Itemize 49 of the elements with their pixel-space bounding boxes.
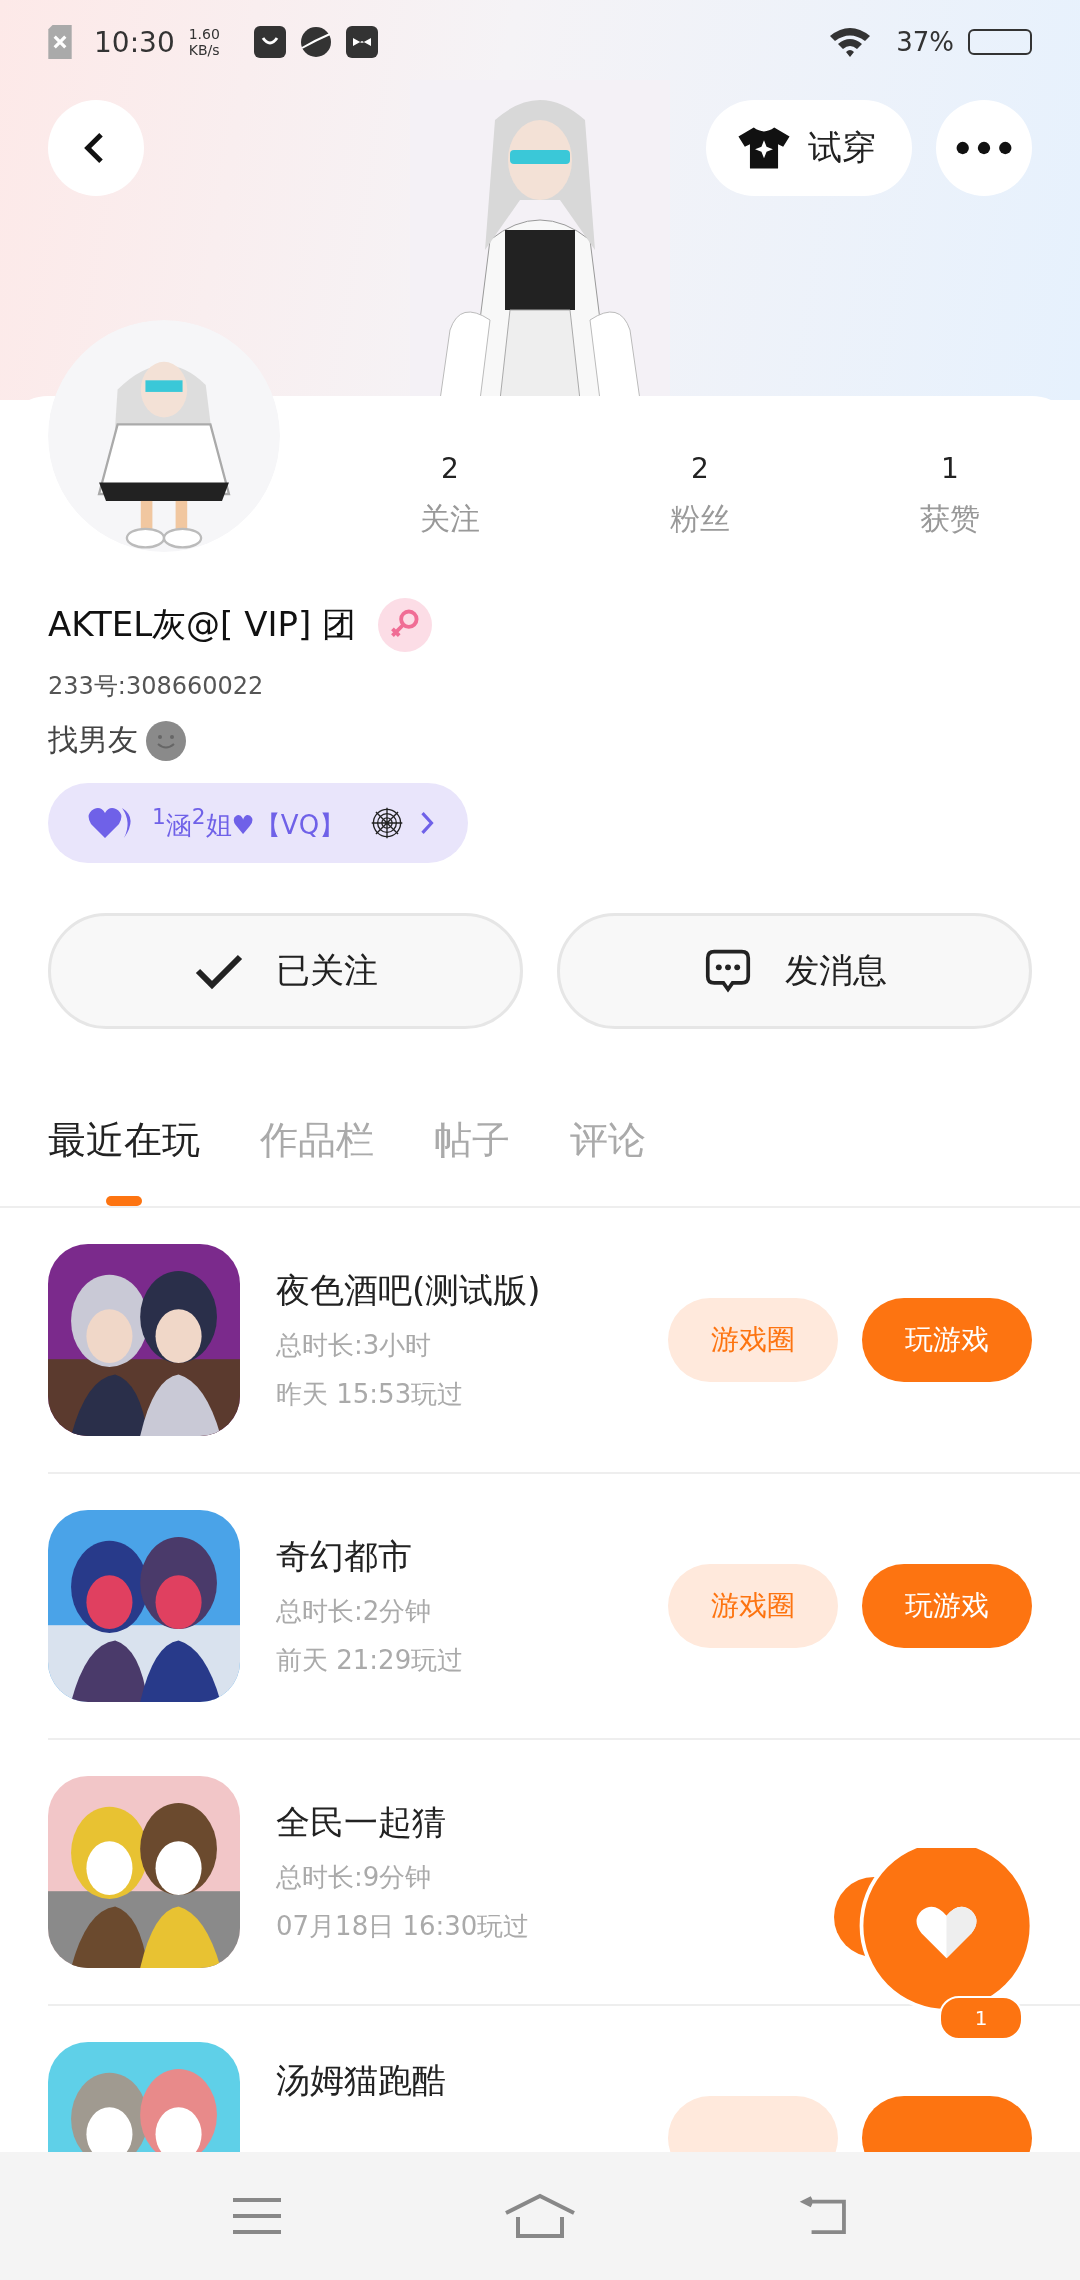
play-duration: 总时长:2分钟 (276, 1595, 433, 1628)
clock: 10:30 (94, 25, 175, 59)
battery-percent: 37% (896, 27, 954, 57)
message-button[interactable]: 发消息 (557, 913, 1032, 1029)
bag-icon (253, 26, 286, 58)
game-circle-button[interactable]: 游戏圈 (668, 1564, 838, 1648)
play-game-button[interactable]: 玩游戏 (862, 1298, 1032, 1382)
wifi-icon (828, 26, 873, 58)
game-circle-button[interactable]: 游戏圈 (668, 1298, 838, 1382)
play-duration: 总时长:9分钟 (276, 1861, 433, 1894)
sim-icon (48, 25, 72, 59)
tab[interactable]: 最近在玩 (48, 1115, 200, 1206)
stat-count: 2 (691, 452, 709, 485)
username: AKTEL灰@[ VIP] 团 (48, 603, 357, 646)
network-unit: KB/s (188, 42, 220, 58)
followed-button[interactable]: 已关注 (48, 913, 523, 1029)
fan-group-tag[interactable]: $^{1}$涵$^{2}$姐♥【VQ】 (48, 783, 468, 863)
stat-label: 粉丝 (670, 500, 730, 538)
game-title: 夜色酒吧(测试版) (276, 1269, 542, 1312)
more-icon (956, 141, 1012, 155)
stat-label: 获赞 (920, 500, 980, 538)
stat-label: 关注 (420, 500, 480, 538)
like-count: 1 (939, 1996, 1023, 2040)
try-on-button[interactable]: 试穿 (706, 100, 912, 196)
shirt-icon (738, 125, 790, 171)
battery-icon (968, 29, 1032, 55)
menu-icon[interactable] (230, 2196, 283, 2236)
game-title: 汤姆猫跑酷 (276, 2059, 447, 2102)
stat-count: 1 (941, 452, 959, 485)
last-played: 前天 21:29玩过 (276, 1644, 465, 1677)
last-played: 昨天 15:53玩过 (276, 1378, 465, 1411)
tab[interactable]: 帖子 (434, 1115, 510, 1206)
home-icon[interactable] (504, 2193, 576, 2239)
play-duration: 总时长:3小时 (276, 1329, 433, 1362)
bio-text: 找男友 (48, 721, 138, 759)
tab[interactable]: 评论 (570, 1115, 646, 1206)
spider-web-icon (370, 806, 404, 840)
last-played: 07月18日 16:30玩过 (276, 1910, 531, 1943)
network-speed: 1.60 (188, 26, 220, 42)
game-title: 全民一起猜 (276, 1801, 447, 1844)
play-game-button[interactable]: 玩游戏 (862, 1564, 1032, 1648)
user-id: 233号:308660022 (47, 671, 265, 702)
female-icon (378, 598, 433, 652)
app-icon (345, 26, 378, 58)
smiley-icon (146, 720, 186, 761)
stat-count: 2 (441, 452, 459, 485)
tab[interactable]: 作品栏 (260, 1115, 374, 1206)
planet-icon (299, 26, 332, 58)
game-title: 奇幻都市 (276, 1535, 413, 1578)
